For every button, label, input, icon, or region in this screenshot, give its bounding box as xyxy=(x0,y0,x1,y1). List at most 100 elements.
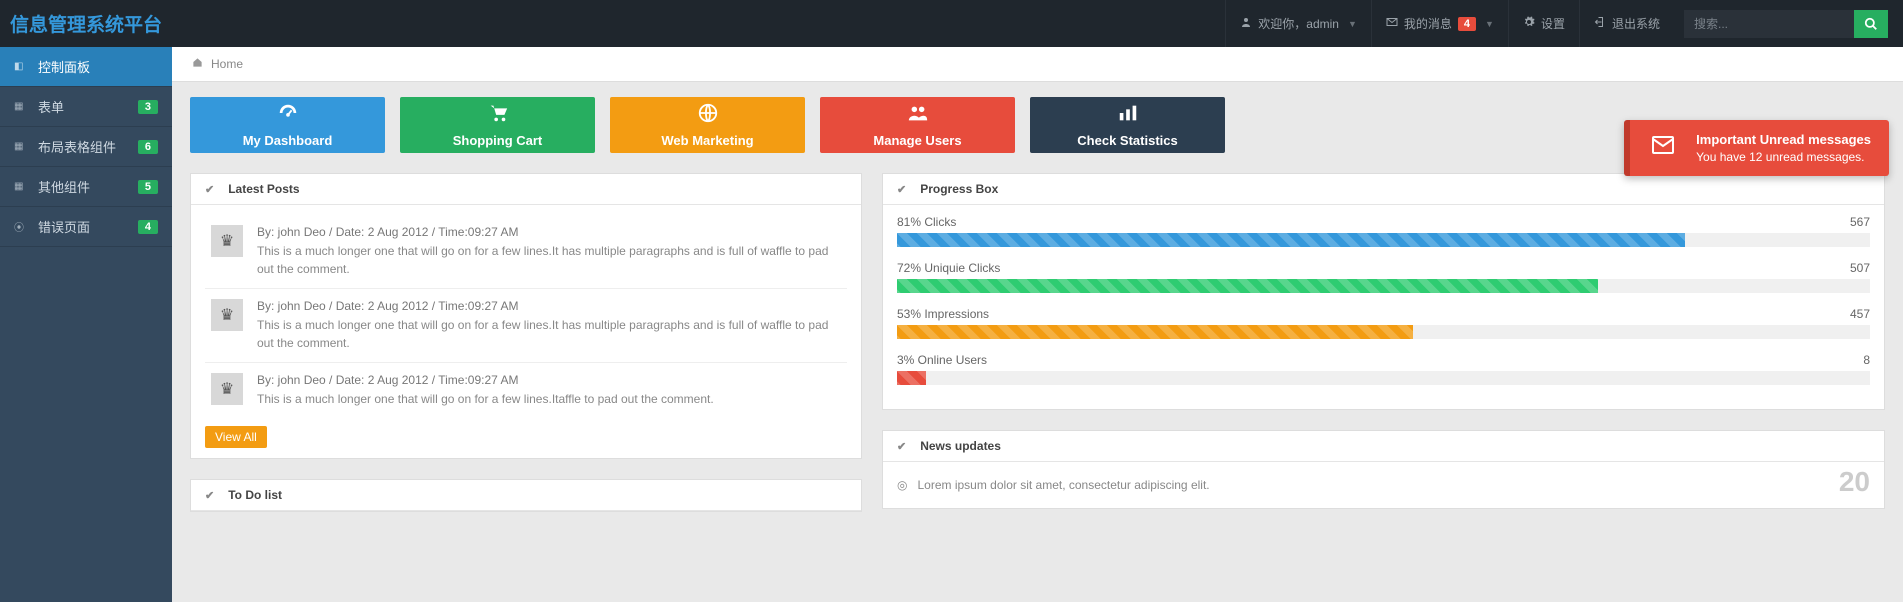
tile-label: My Dashboard xyxy=(243,133,333,148)
panel-body: ♛ By: john Deo / Date: 2 Aug 2012 / Time… xyxy=(191,205,861,458)
tile-marketing[interactable]: Web Marketing xyxy=(610,97,805,153)
top-navbar: 信息管理系统平台 欢迎你，admin ▼ 我的消息 4 ▼ 设置 xyxy=(0,0,1903,47)
sidebar-item-forms[interactable]: ▦ 表单 3 xyxy=(0,87,172,127)
news-item: ◎ Lorem ipsum dolor sit amet, consectetu… xyxy=(897,472,1870,498)
sidebar-badge: 3 xyxy=(138,100,158,114)
progress-value: 457 xyxy=(1850,307,1870,321)
panel-body: 81% Clicks567 72% Uniquie Clicks507 53% … xyxy=(883,205,1884,409)
grid-icon: ▦ xyxy=(14,141,28,152)
chevron-down-icon[interactable]: ✔ xyxy=(897,440,906,453)
stats-icon xyxy=(1117,102,1139,130)
post-meta: By: john Deo / Date: 2 Aug 2012 / Time:0… xyxy=(257,225,841,239)
progress-item: 3% Online Users 8 xyxy=(897,353,1870,385)
two-column-row: ✔ Latest Posts ♛ By: john Deo / Date: 2 … xyxy=(190,173,1885,532)
sidebar-item-other[interactable]: ▦ 其他组件 5 xyxy=(0,167,172,207)
tile-users[interactable]: Manage Users xyxy=(820,97,1015,153)
progress-label: 81% Clicks xyxy=(897,215,956,229)
sidebar-badge: 5 xyxy=(138,180,158,194)
envelope-icon xyxy=(1648,133,1678,164)
post-meta: By: john Deo / Date: 2 Aug 2012 / Time:0… xyxy=(257,373,714,387)
avatar: ♛ xyxy=(211,225,243,257)
warning-icon: ⦿ xyxy=(14,219,28,234)
settings-label: 设置 xyxy=(1541,15,1565,32)
news-panel: ✔ News updates 20 ◎ Lorem ipsum dolor si… xyxy=(882,430,1885,509)
panel-title: News updates xyxy=(920,439,1001,453)
post-content: By: john Deo / Date: 2 Aug 2012 / Time:0… xyxy=(257,299,841,352)
avatar: ♛ xyxy=(211,373,243,405)
tile-cart[interactable]: Shopping Cart xyxy=(400,97,595,153)
latest-posts-panel: ✔ Latest Posts ♛ By: john Deo / Date: 2 … xyxy=(190,173,862,459)
sidebar-item-label: 表单 xyxy=(38,97,64,116)
chevron-down-icon[interactable]: ✔ xyxy=(205,183,214,196)
search-input[interactable] xyxy=(1684,10,1854,38)
sidebar-item-dashboard[interactable]: ◧ 控制面板 xyxy=(0,47,172,87)
progress-value: 8 xyxy=(1863,353,1870,367)
panel-head: ✔ Progress Box xyxy=(883,174,1884,205)
post-text: This is a much longer one that will go o… xyxy=(257,390,714,408)
messages-label: 我的消息 xyxy=(1404,15,1452,32)
tile-dashboard[interactable]: My Dashboard xyxy=(190,97,385,153)
avatar: ♛ xyxy=(211,299,243,331)
post-content: By: john Deo / Date: 2 Aug 2012 / Time:0… xyxy=(257,373,714,408)
panel-head: ✔ To Do list xyxy=(191,480,861,511)
view-all-button[interactable]: View All xyxy=(205,426,267,448)
sidebar-item-label: 其他组件 xyxy=(38,177,90,196)
user-icon xyxy=(1240,16,1252,31)
sidebar-item-label: 错误页面 xyxy=(38,217,90,236)
logout-icon xyxy=(1594,16,1606,31)
breadcrumb-home[interactable]: Home xyxy=(211,57,243,71)
tile-label: Manage Users xyxy=(873,133,961,148)
sidebar-item-errors[interactable]: ⦿ 错误页面 4 xyxy=(0,207,172,247)
brand-title[interactable]: 信息管理系统平台 xyxy=(10,10,162,37)
post-meta: By: john Deo / Date: 2 Aug 2012 / Time:0… xyxy=(257,299,841,313)
toast-notification[interactable]: Important Unread messages You have 12 un… xyxy=(1624,120,1889,176)
sidebar-badge: 4 xyxy=(138,220,158,234)
progress-bar xyxy=(897,233,1870,247)
messages-badge: 4 xyxy=(1458,17,1476,31)
panel-title: To Do list xyxy=(228,488,282,502)
progress-fill xyxy=(897,279,1598,293)
settings-link[interactable]: 设置 xyxy=(1508,0,1579,47)
users-icon xyxy=(907,102,929,130)
progress-value: 507 xyxy=(1850,261,1870,275)
progress-label: 3% Online Users xyxy=(897,353,987,367)
grid-icon: ▦ xyxy=(14,181,28,192)
logout-link[interactable]: 退出系统 xyxy=(1579,0,1674,47)
nav-right: 欢迎你，admin ▼ 我的消息 4 ▼ 设置 退出系统 xyxy=(1225,0,1888,47)
progress-panel: ✔ Progress Box 81% Clicks567 72% Uniquie… xyxy=(882,173,1885,410)
tile-stats[interactable]: Check Statistics xyxy=(1030,97,1225,153)
progress-fill xyxy=(897,371,926,385)
grid-icon: ▦ xyxy=(14,101,28,112)
progress-fill xyxy=(897,233,1685,247)
globe-icon xyxy=(697,102,719,130)
sidebar-item-label: 控制面板 xyxy=(38,57,90,76)
tile-label: Shopping Cart xyxy=(453,133,543,148)
check-icon[interactable]: ✔ xyxy=(897,183,906,196)
left-column: ✔ Latest Posts ♛ By: john Deo / Date: 2 … xyxy=(190,173,862,532)
news-count: 20 xyxy=(1839,466,1870,498)
sidebar-item-label: 布局表格组件 xyxy=(38,137,116,156)
search-button[interactable] xyxy=(1854,10,1888,38)
post-item: ♛ By: john Deo / Date: 2 Aug 2012 / Time… xyxy=(205,215,847,289)
progress-item: 81% Clicks 567 xyxy=(897,215,1870,247)
chevron-down-icon[interactable]: ✔ xyxy=(205,489,214,502)
tile-label: Web Marketing xyxy=(661,133,753,148)
bullet-icon: ◎ xyxy=(897,478,907,492)
progress-fill xyxy=(897,325,1413,339)
progress-bar xyxy=(897,279,1870,293)
chevron-down-icon: ▼ xyxy=(1485,19,1494,29)
panel-head: ✔ Latest Posts xyxy=(191,174,861,205)
panel-head: ✔ News updates xyxy=(883,431,1884,462)
sidebar-item-layout[interactable]: ▦ 布局表格组件 6 xyxy=(0,127,172,167)
progress-value: 567 xyxy=(1850,215,1870,229)
toast-body: Important Unread messages You have 12 un… xyxy=(1696,132,1871,164)
welcome-dropdown[interactable]: 欢迎你，admin ▼ xyxy=(1225,0,1371,47)
right-column: ✔ Progress Box 81% Clicks567 72% Uniquie… xyxy=(882,173,1885,529)
home-icon: ◧ xyxy=(14,61,28,72)
envelope-icon xyxy=(1386,16,1398,31)
tile-label: Check Statistics xyxy=(1077,133,1177,148)
panel-title: Progress Box xyxy=(920,182,998,196)
messages-dropdown[interactable]: 我的消息 4 ▼ xyxy=(1371,0,1508,47)
news-text: Lorem ipsum dolor sit amet, consectetur … xyxy=(917,478,1209,492)
progress-bar xyxy=(897,371,1870,385)
